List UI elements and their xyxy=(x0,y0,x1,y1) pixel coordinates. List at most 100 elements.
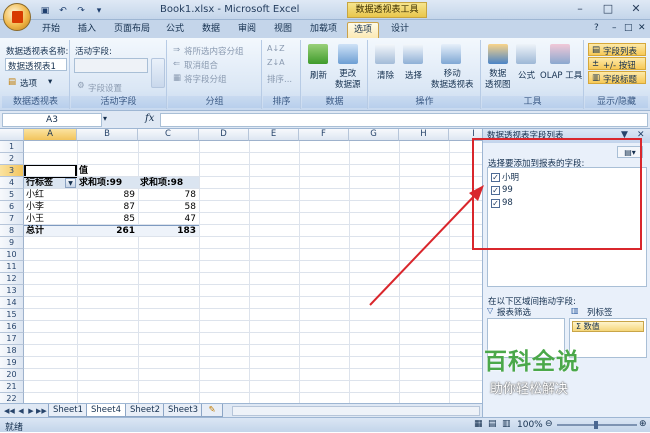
tab-data[interactable]: 数据 xyxy=(196,22,226,38)
sheet-tab-active[interactable]: Sheet4 xyxy=(86,404,126,417)
undo-icon[interactable]: ↶ xyxy=(56,4,70,17)
refresh-button[interactable]: 刷新 xyxy=(310,69,327,81)
field-settings-button[interactable]: 字段设置 xyxy=(88,82,122,94)
row-header[interactable]: 12 xyxy=(0,273,24,285)
select-all-corner[interactable] xyxy=(0,129,24,141)
select-button[interactable]: 选择 xyxy=(405,69,422,81)
tab-addins[interactable]: 加载项 xyxy=(304,22,343,38)
formula-input[interactable] xyxy=(160,113,648,127)
column-header[interactable]: D xyxy=(199,129,249,141)
olap-tools-button[interactable]: OLAP 工具 xyxy=(540,69,582,81)
buttons-toggle[interactable]: +/- 按钮 ± xyxy=(588,57,646,71)
help-icon[interactable]: ? xyxy=(594,23,599,33)
sheet-tab[interactable]: Sheet3 xyxy=(163,404,203,417)
tab-home[interactable]: 开始 xyxy=(36,22,66,38)
row-header[interactable]: 2 xyxy=(0,153,24,165)
prev-sheet-icon[interactable]: ◀ xyxy=(16,405,26,417)
change-source-button[interactable]: 更改 数据源 xyxy=(335,69,361,91)
row-header[interactable]: 18 xyxy=(0,345,24,357)
tab-options[interactable]: 选项 xyxy=(347,22,380,38)
expand-field-icon[interactable] xyxy=(151,58,165,88)
row-header[interactable]: 1 xyxy=(0,141,24,153)
redo-icon[interactable]: ↷ xyxy=(74,4,88,17)
close-button[interactable]: ✕ xyxy=(622,0,650,18)
zoom-out-icon[interactable]: ⊖ xyxy=(545,419,553,429)
value-field-pill[interactable]: Σ 数值 xyxy=(572,321,644,332)
row-header[interactable]: 22 xyxy=(0,393,24,403)
horizontal-scrollbar[interactable] xyxy=(232,406,480,416)
tab-design[interactable]: 设计 xyxy=(385,22,415,38)
row-header[interactable]: 9 xyxy=(0,237,24,249)
tab-page-layout[interactable]: 页面布局 xyxy=(108,22,156,38)
row-header[interactable]: 6 xyxy=(0,201,24,213)
zoom-slider-thumb[interactable] xyxy=(594,421,598,429)
first-sheet-icon[interactable]: ◀◀ xyxy=(4,405,15,417)
customize-qat-icon[interactable]: ▾ xyxy=(92,4,106,17)
pivotchart-button[interactable]: 数据 透视图 xyxy=(485,69,511,91)
sheet-tab[interactable]: Sheet2 xyxy=(125,404,165,417)
row-header[interactable]: 13 xyxy=(0,285,24,297)
row-header[interactable]: 7 xyxy=(0,213,24,225)
filter-dropdown-icon[interactable]: ▼ xyxy=(65,178,76,188)
tab-formulas[interactable]: 公式 xyxy=(160,22,190,38)
row-header[interactable]: 10 xyxy=(0,249,24,261)
minimize-button[interactable]: – xyxy=(566,0,594,18)
group-selection-button[interactable]: 将所选内容分组 xyxy=(184,45,244,57)
row-header[interactable]: 14 xyxy=(0,297,24,309)
save-icon[interactable]: ▣ xyxy=(38,4,52,17)
pivot-name-field[interactable]: 数据透视表1 xyxy=(5,58,67,72)
pivot-options-button[interactable]: 选项 xyxy=(20,77,37,89)
row-header[interactable]: 19 xyxy=(0,357,24,369)
name-box-dropdown-icon[interactable]: ▾ xyxy=(103,114,107,123)
tab-view[interactable]: 视图 xyxy=(268,22,298,38)
clear-button[interactable]: 清除 xyxy=(377,69,394,81)
column-header[interactable]: E xyxy=(249,129,299,141)
sheet-tab[interactable]: Sheet1 xyxy=(48,404,88,417)
row-header[interactable]: 20 xyxy=(0,369,24,381)
sort-button[interactable]: 排序... xyxy=(267,73,292,85)
column-header[interactable]: A xyxy=(24,129,77,141)
sort-az-icon[interactable]: A↓Z xyxy=(267,44,285,53)
ribbon-minimize-icon[interactable]: – xyxy=(612,23,617,33)
field-headers-toggle[interactable]: 字段标题 ▥ xyxy=(588,71,646,85)
formula-button[interactable]: 公式 xyxy=(518,69,535,81)
workbook-close-icon[interactable]: ✕ xyxy=(638,23,646,33)
column-header[interactable]: F xyxy=(299,129,349,141)
row-header[interactable]: 21 xyxy=(0,381,24,393)
row-header[interactable]: 11 xyxy=(0,261,24,273)
row-header[interactable]: 16 xyxy=(0,321,24,333)
field-list-toggle[interactable]: 字段列表 ▤ xyxy=(588,43,646,57)
maximize-button[interactable]: □ xyxy=(594,0,622,18)
move-pivot-button[interactable]: 移动 数据透视表 xyxy=(431,69,474,91)
row-header[interactable]: 4 xyxy=(0,177,24,189)
row-header[interactable]: 3 xyxy=(0,165,24,177)
insert-sheet-icon[interactable]: ✎ xyxy=(201,404,223,417)
zoom-in-icon[interactable]: ⊕ xyxy=(639,419,647,429)
group-field-button[interactable]: 将字段分组 xyxy=(184,73,227,85)
row-header[interactable]: 15 xyxy=(0,309,24,321)
normal-view-icon[interactable]: ▦ xyxy=(474,419,483,429)
group-title: 排序 xyxy=(263,96,300,108)
tab-insert[interactable]: 插入 xyxy=(72,22,102,38)
office-button[interactable] xyxy=(3,3,31,31)
page-layout-view-icon[interactable]: ▤ xyxy=(488,419,497,429)
column-header[interactable]: H xyxy=(399,129,449,141)
column-header[interactable]: G xyxy=(349,129,399,141)
row-header[interactable]: 5 xyxy=(0,189,24,201)
tab-review[interactable]: 审阅 xyxy=(232,22,262,38)
column-header[interactable]: B xyxy=(77,129,138,141)
zoom-level[interactable]: 100% xyxy=(517,420,543,430)
next-sheet-icon[interactable]: ▶ xyxy=(26,405,36,417)
chevron-down-icon[interactable]: ▾ xyxy=(48,77,52,87)
column-header[interactable]: C xyxy=(138,129,199,141)
last-sheet-icon[interactable]: ▶▶ xyxy=(36,405,47,417)
row-header[interactable]: 8 xyxy=(0,225,24,237)
name-box[interactable]: A3 xyxy=(2,113,102,127)
insert-function-icon[interactable]: fx xyxy=(145,113,154,124)
ribbon-restore-icon[interactable]: □ xyxy=(624,23,633,33)
row-header[interactable]: 17 xyxy=(0,333,24,345)
active-field-input[interactable] xyxy=(74,58,148,73)
sort-za-icon[interactable]: Z↓A xyxy=(267,58,285,67)
ungroup-button[interactable]: 取消组合 xyxy=(184,59,218,71)
page-break-view-icon[interactable]: ▥ xyxy=(502,419,511,429)
